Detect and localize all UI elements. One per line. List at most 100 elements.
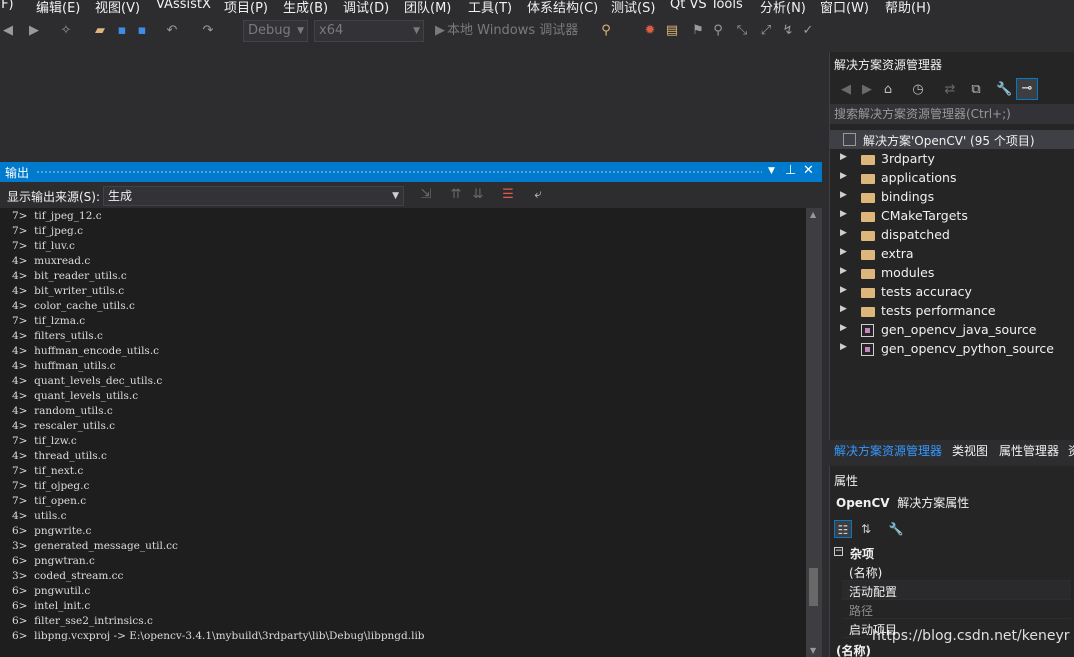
platform-dropdown[interactable]: x64 ▼: [314, 20, 424, 42]
menu-item[interactable]: 编辑(E): [36, 0, 80, 14]
zoom-icon[interactable]: ⚲: [710, 23, 726, 39]
tree-item[interactable]: ▶ bindings: [830, 188, 1074, 207]
menu-item[interactable]: 体系结构(C): [527, 0, 598, 14]
menu-item[interactable]: Qt VS Tools: [670, 0, 743, 12]
new-project-icon[interactable]: ✧: [58, 23, 74, 39]
config-value: Debug: [248, 23, 291, 38]
collapse-all-icon[interactable]: ⧉: [968, 82, 984, 98]
preview-icon[interactable]: ⊸: [1016, 78, 1038, 100]
properties-wrench-icon[interactable]: 🔧: [996, 82, 1012, 98]
property-row-path[interactable]: 路径: [842, 600, 1071, 619]
menu-item[interactable]: 窗口(W): [820, 0, 869, 14]
tab-property-manager[interactable]: 属性管理器: [999, 442, 1059, 459]
tree-item[interactable]: ▶ modules: [830, 264, 1074, 283]
chevron-right-icon[interactable]: ▶: [840, 304, 847, 314]
tree-item[interactable]: ▶ dispatched: [830, 226, 1074, 245]
tree-item[interactable]: ▶ 3rdparty: [830, 150, 1074, 169]
chevron-right-icon[interactable]: ▶: [840, 209, 847, 219]
forward-icon[interactable]: ▶: [26, 23, 42, 39]
scroll-down-icon[interactable]: ▼: [810, 646, 816, 655]
bookmark-icon[interactable]: ⚑: [690, 23, 706, 39]
property-category[interactable]: − 杂项: [830, 544, 1074, 562]
undo-icon[interactable]: ↶: [164, 23, 180, 39]
run-target-label[interactable]: 本地 Windows 调试器: [447, 23, 587, 39]
back-icon[interactable]: ◀: [838, 82, 854, 98]
expand-icon[interactable]: ⤢: [758, 23, 774, 39]
spellcheck-icon[interactable]: ✓: [800, 23, 816, 39]
bug-icon[interactable]: ✹: [642, 23, 658, 39]
word-wrap-icon[interactable]: ⤶: [530, 187, 546, 203]
menu-item[interactable]: (F): [0, 0, 14, 12]
menu-item[interactable]: 视图(V): [95, 0, 140, 14]
menu-item[interactable]: 项目(P): [224, 0, 268, 14]
alphabetical-icon[interactable]: ⇅: [857, 520, 875, 538]
close-icon[interactable]: ✕: [803, 163, 814, 178]
step-icon[interactable]: ↯: [780, 23, 796, 39]
back-icon[interactable]: ◀: [0, 23, 16, 39]
scrollbar-thumb[interactable]: [809, 568, 818, 606]
chevron-down-icon: ▼: [392, 191, 399, 201]
start-debug-icon[interactable]: ▶: [432, 23, 448, 39]
property-row-name[interactable]: (名称): [842, 562, 1071, 581]
clear-all-icon[interactable]: ☰: [500, 187, 516, 203]
save-all-icon[interactable]: ▪: [134, 23, 150, 39]
window-menu-icon[interactable]: ▼: [768, 166, 775, 176]
tab-solution-explorer[interactable]: 解决方案资源管理器: [834, 442, 942, 459]
output-source-dropdown[interactable]: 生成 ▼: [103, 186, 404, 206]
property-pages-icon[interactable]: 🔧: [887, 520, 905, 538]
chevron-right-icon[interactable]: ▶: [840, 190, 847, 200]
tree-item[interactable]: ▶ CMakeTargets: [830, 207, 1074, 226]
tree-item[interactable]: ▶ tests accuracy: [830, 283, 1074, 302]
tab-resource-view[interactable]: 资: [1068, 442, 1074, 459]
chevron-right-icon[interactable]: ▶: [840, 247, 847, 257]
pin-icon[interactable]: ⊥: [785, 163, 796, 178]
menu-item[interactable]: 工具(T): [468, 0, 512, 14]
chevron-right-icon[interactable]: ▶: [840, 323, 847, 333]
collapse-icon[interactable]: −: [834, 547, 843, 556]
menu-item[interactable]: 分析(N): [760, 0, 806, 14]
tab-class-view[interactable]: 类视图: [952, 442, 988, 459]
redo-icon[interactable]: ↷: [200, 23, 216, 39]
history-icon[interactable]: ◷: [910, 82, 926, 98]
folder-icon: [861, 307, 875, 317]
find-icon[interactable]: ⚲: [598, 23, 614, 39]
solution-root[interactable]: 解决方案'OpenCV' (95 个项目): [830, 130, 1074, 149]
goto-location-icon[interactable]: ⇲: [418, 187, 434, 203]
drag-grip[interactable]: [36, 170, 762, 174]
output-scrollbar[interactable]: ▲ ▼: [806, 208, 822, 657]
properties-title: 属性: [834, 474, 859, 488]
tree-item[interactable]: ▶ extra: [830, 245, 1074, 264]
open-folder-icon[interactable]: ▰: [92, 23, 108, 39]
config-dropdown[interactable]: Debug ▼: [243, 20, 308, 42]
chevron-right-icon[interactable]: ▶: [840, 285, 847, 295]
menu-item[interactable]: 生成(B): [283, 0, 328, 14]
menu-item[interactable]: VAssistX: [156, 0, 211, 12]
output-text-area[interactable]: 7> tif_jpeg_12.c 7> tif_jpeg.c 7> tif_luv.…: [0, 208, 822, 657]
search-files-icon[interactable]: ▤: [664, 23, 680, 39]
tree-item[interactable]: ▶ gen_opencv_python_source: [830, 340, 1074, 359]
menu-item[interactable]: 调试(D): [343, 0, 389, 14]
menu-item[interactable]: 团队(M): [404, 0, 451, 14]
chevron-right-icon[interactable]: ▶: [840, 228, 847, 238]
chevron-right-icon[interactable]: ▶: [840, 152, 847, 162]
output-line: 6> intel_init.c: [12, 600, 91, 612]
menu-item[interactable]: 测试(S): [611, 0, 655, 14]
chevron-right-icon[interactable]: ▶: [840, 342, 847, 352]
tree-item[interactable]: ▶ applications: [830, 169, 1074, 188]
menu-item[interactable]: 帮助(H): [885, 0, 931, 14]
home-icon[interactable]: ⌂: [880, 82, 896, 98]
chevron-right-icon[interactable]: ▶: [840, 171, 847, 181]
next-message-icon[interactable]: ⇊: [470, 187, 486, 203]
sync-icon[interactable]: ⇄: [942, 82, 958, 98]
save-icon[interactable]: ▪: [114, 23, 130, 39]
prev-message-icon[interactable]: ⇈: [448, 187, 464, 203]
scroll-up-icon[interactable]: ▲: [810, 210, 816, 219]
collapse-icon[interactable]: ⤡: [734, 23, 750, 39]
tree-item[interactable]: ▶ tests performance: [830, 302, 1074, 321]
property-row-active-config[interactable]: 活动配置: [842, 581, 1071, 600]
categorized-icon[interactable]: ☷: [834, 520, 852, 538]
tree-item[interactable]: ▶ gen_opencv_java_source: [830, 321, 1074, 340]
chevron-right-icon[interactable]: ▶: [840, 266, 847, 276]
solution-search-input[interactable]: 搜索解决方案资源管理器(Ctrl+;): [830, 104, 1074, 124]
forward-icon[interactable]: ▶: [859, 82, 875, 98]
